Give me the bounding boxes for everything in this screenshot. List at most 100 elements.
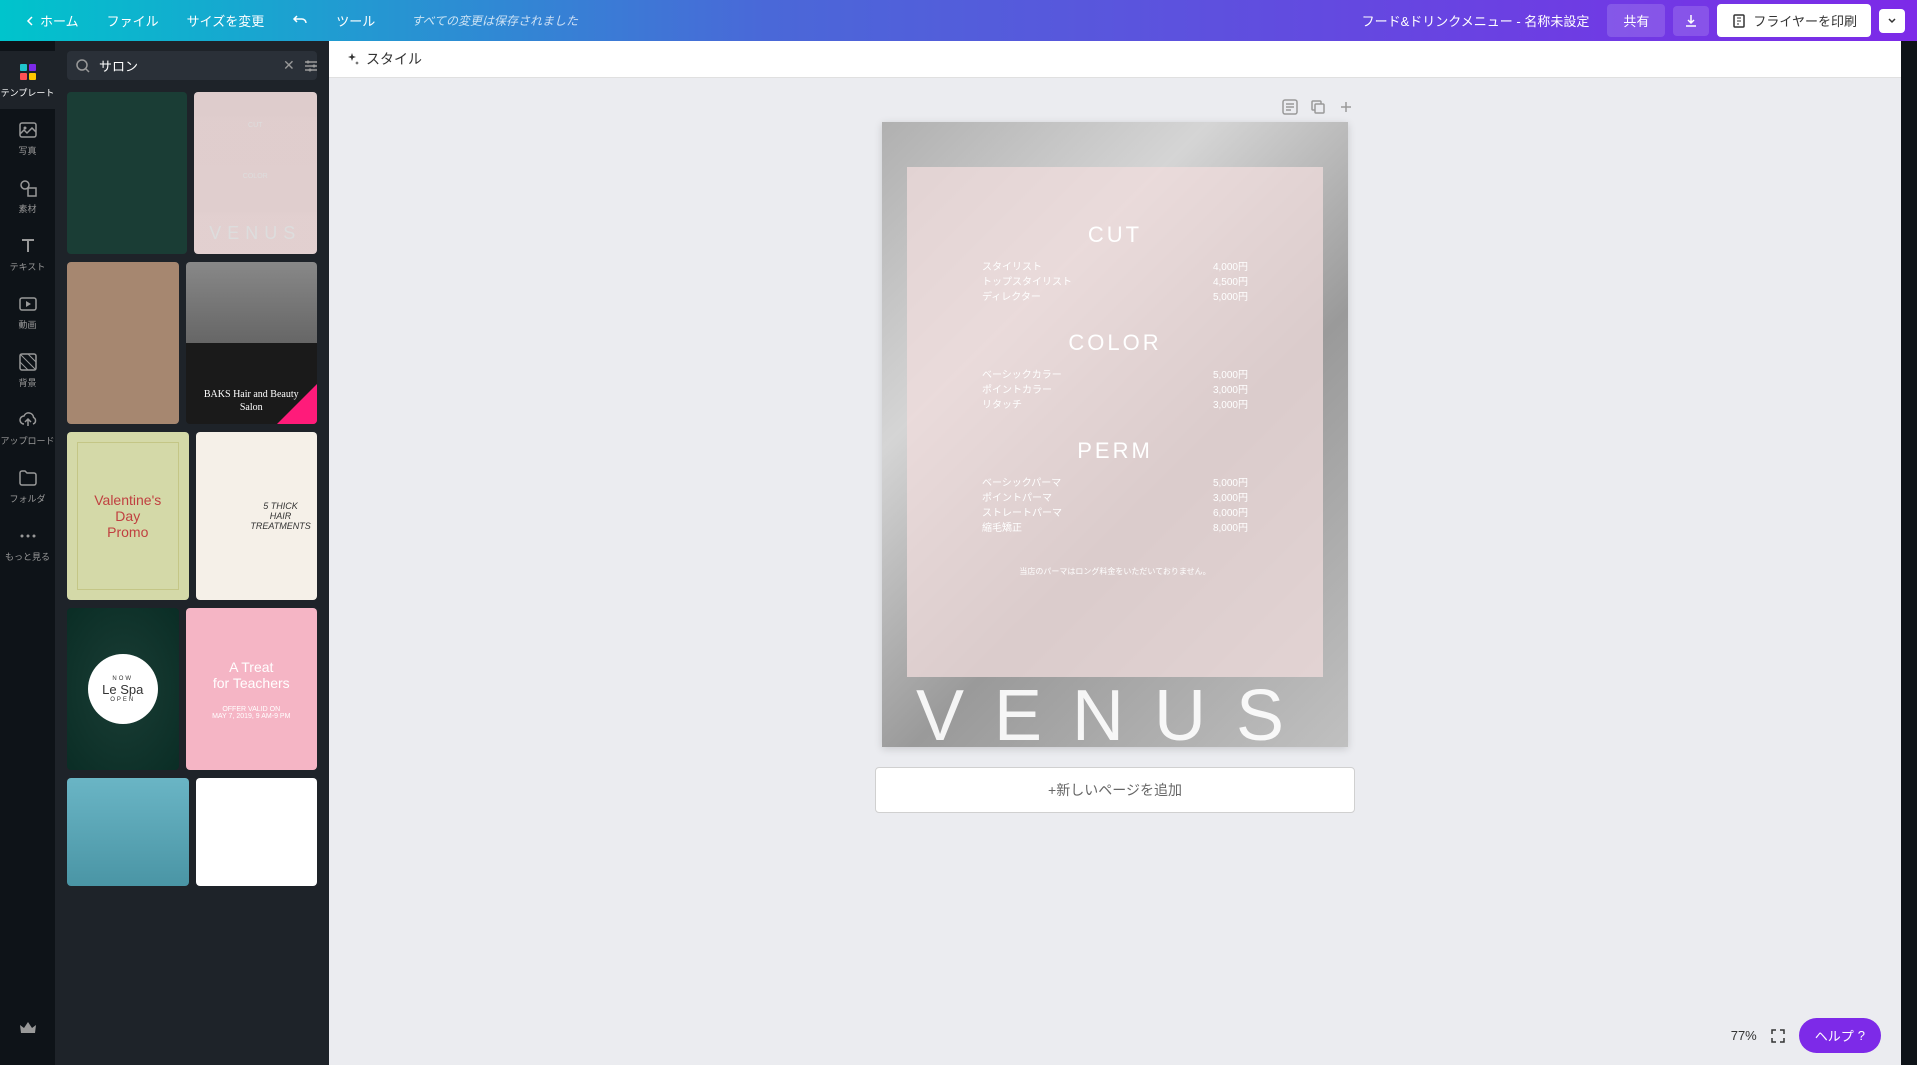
- search-bar: ✕: [67, 51, 317, 80]
- design-page[interactable]: CUT スタイリスト 4,000円 トップスタイリスト4,500円 ディレクター5…: [882, 122, 1348, 747]
- menu-row: ディレクター5,000円: [942, 290, 1288, 305]
- menu-item-price: 4,000円: [1213, 260, 1248, 275]
- template-grid: CUT COLOR VENUS BAKS Hair and Beauty Sal…: [67, 92, 317, 886]
- print-icon: [1731, 13, 1747, 29]
- tools-menu[interactable]: ツール: [324, 5, 387, 36]
- fullscreen-button[interactable]: [1769, 1027, 1787, 1045]
- notes-button[interactable]: [1281, 98, 1299, 116]
- undo-icon: [292, 13, 308, 29]
- menu-row: ポイントカラー3,000円: [942, 383, 1288, 398]
- menu-row: 縮毛矯正 8,000円: [942, 521, 1288, 536]
- sidebar-videos[interactable]: 動画: [0, 283, 55, 341]
- template-text: OPEN: [110, 697, 135, 703]
- template-item[interactable]: CUT COLOR VENUS: [194, 92, 318, 254]
- template-item[interactable]: [67, 92, 187, 254]
- sidebar-item-label: アップロード: [0, 434, 54, 447]
- print-label: フライヤーを印刷: [1753, 11, 1857, 30]
- duplicate-button[interactable]: [1309, 98, 1327, 116]
- template-item[interactable]: A Treat for Teachers OFFER VALID ON MAY …: [186, 608, 318, 770]
- menu-item-price: 4,500円: [1213, 275, 1248, 290]
- sidebar-item-label: テキスト: [10, 260, 46, 273]
- template-text: Promo: [107, 524, 148, 540]
- menu-item-price: 6,000円: [1213, 506, 1248, 521]
- sidebar-more[interactable]: もっと見る: [0, 515, 55, 573]
- sidebar-background[interactable]: 背景: [0, 341, 55, 399]
- template-item[interactable]: [67, 262, 179, 424]
- page-content: CUT スタイリスト 4,000円 トップスタイリスト4,500円 ディレクター5…: [882, 122, 1348, 747]
- templates-icon: [17, 61, 39, 83]
- menu-row: ストレートパーマ 6,000円: [942, 506, 1288, 521]
- filter-button[interactable]: [303, 58, 319, 74]
- canvas-scroll[interactable]: CUT スタイリスト 4,000円 トップスタイリスト4,500円 ディレクター5…: [329, 78, 1901, 1065]
- sidebar-item-label: 背景: [18, 376, 36, 389]
- menu-row: ベーシックカラー5,000円: [942, 368, 1288, 383]
- style-button[interactable]: スタイル: [344, 49, 422, 69]
- sidebar-item-label: もっと見る: [5, 550, 50, 563]
- menu-item-price: 8,000円: [1213, 521, 1248, 536]
- text-icon: [17, 235, 39, 257]
- file-menu[interactable]: ファイル: [95, 5, 171, 36]
- chevron-left-icon: [24, 15, 36, 27]
- menu-row: ベーシックパーマ 5,000円: [942, 476, 1288, 491]
- clear-search-button[interactable]: ✕: [283, 57, 295, 74]
- menu-section: スタイリスト 4,000円 トップスタイリスト4,500円 ディレクター5,000…: [942, 260, 1288, 305]
- menu-item-price: 3,000円: [1213, 398, 1248, 413]
- menu-row: トップスタイリスト4,500円: [942, 275, 1288, 290]
- context-toolbar: スタイル: [329, 41, 1901, 78]
- section-title: CUT: [1088, 222, 1142, 248]
- zoom-level[interactable]: 77%: [1731, 1028, 1757, 1043]
- template-item[interactable]: [67, 778, 189, 886]
- template-text: COLOR: [243, 173, 268, 180]
- add-page-bar[interactable]: +新しいページを追加: [875, 767, 1355, 813]
- template-item[interactable]: [196, 778, 318, 886]
- search-icon: [75, 58, 91, 74]
- add-page-button[interactable]: [1337, 98, 1355, 116]
- sidebar-text[interactable]: テキスト: [0, 225, 55, 283]
- background-icon: [17, 351, 39, 373]
- video-icon: [17, 293, 39, 315]
- template-item[interactable]: 5 THICK HAIR TREATMENTS: [196, 432, 318, 600]
- sidebar-pro[interactable]: [0, 1008, 55, 1050]
- menu-item-name: ポイントパーマ: [982, 491, 1052, 506]
- sidebar-item-label: 写真: [18, 144, 36, 157]
- sparkle-icon: [344, 51, 360, 67]
- menu-item-price: 5,000円: [1213, 476, 1248, 491]
- share-button[interactable]: 共有: [1607, 4, 1665, 37]
- page-controls: [875, 98, 1355, 116]
- sidebar-uploads[interactable]: アップロード: [0, 399, 55, 457]
- chevron-down-icon: [1887, 16, 1897, 26]
- template-text: CUT: [248, 122, 262, 129]
- download-button[interactable]: [1673, 6, 1709, 36]
- template-item[interactable]: Valentine's Day Promo: [67, 432, 189, 600]
- search-input[interactable]: [99, 58, 275, 73]
- download-icon: [1683, 13, 1699, 29]
- template-text: TREATMENTS: [250, 521, 310, 531]
- template-item[interactable]: NOW Le Spa OPEN: [67, 608, 179, 770]
- menu-item-name: 縮毛矯正: [982, 521, 1022, 536]
- undo-button[interactable]: [280, 7, 320, 35]
- document-title[interactable]: フード&ドリンクメニュー - 名称未設定: [1362, 11, 1590, 30]
- topbar-right: フード&ドリンクメニュー - 名称未設定 共有 フライヤーを印刷: [1362, 4, 1905, 37]
- home-button[interactable]: ホーム: [12, 5, 91, 36]
- template-text: MAY 7, 2019, 9 AM-9 PM: [212, 713, 290, 720]
- print-dropdown[interactable]: [1879, 9, 1905, 33]
- main: テンプレート 写真 素材 テキスト 動画 背景 アップロード フォルダ: [0, 41, 1917, 1065]
- menu-note: 当店のパーマはロング料金をいただいておりません。: [1019, 566, 1210, 577]
- sidebar-elements[interactable]: 素材: [0, 167, 55, 225]
- template-text: for Teachers: [213, 675, 290, 691]
- help-button[interactable]: ヘルプ ?: [1799, 1018, 1881, 1053]
- question-icon: ?: [1858, 1028, 1865, 1043]
- canvas-area: スタイル CUT スタイリスト 4,000円 トップスタイリスト4,500円 ディ…: [329, 41, 1901, 1065]
- sidebar-photos[interactable]: 写真: [0, 109, 55, 167]
- menu-item-name: スタイリスト: [982, 260, 1042, 275]
- sidebar-folders[interactable]: フォルダ: [0, 457, 55, 515]
- resize-menu[interactable]: サイズを変更: [175, 5, 277, 36]
- print-flyer-button[interactable]: フライヤーを印刷: [1717, 4, 1871, 37]
- menu-item-name: ポイントカラー: [982, 383, 1052, 398]
- menu-row: リタッチ3,000円: [942, 398, 1288, 413]
- photos-icon: [17, 119, 39, 141]
- template-item[interactable]: BAKS Hair and Beauty Salon: [186, 262, 318, 424]
- sidebar-templates[interactable]: テンプレート: [0, 51, 55, 109]
- menu-item-name: ベーシックパーマ: [982, 476, 1061, 491]
- menu-item-name: ストレートパーマ: [982, 506, 1062, 521]
